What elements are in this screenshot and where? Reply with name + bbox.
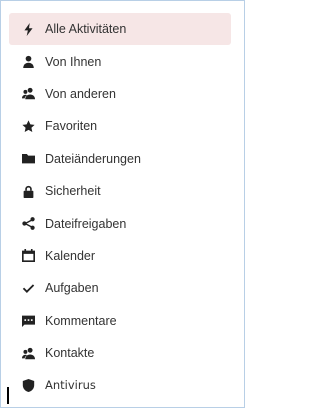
star-icon bbox=[20, 118, 36, 134]
users-icon bbox=[20, 86, 36, 102]
activity-filter-panel: Alle Aktivitäten Von Ihnen Von anderen F… bbox=[0, 0, 245, 408]
user-icon bbox=[20, 54, 36, 70]
lock-icon bbox=[20, 183, 36, 199]
menu-item-all-activities[interactable]: Alle Aktivitäten bbox=[9, 13, 231, 46]
lightning-icon bbox=[20, 21, 36, 37]
text-cursor bbox=[7, 387, 9, 404]
menu-item-label: Antivirus bbox=[45, 378, 96, 393]
menu-item-file-shares[interactable]: Dateifreigaben bbox=[9, 207, 231, 239]
menu-item-security[interactable]: Sicherheit bbox=[9, 175, 231, 207]
menu-item-label: Von anderen bbox=[45, 86, 116, 101]
menu-item-contacts[interactable]: Kontakte bbox=[9, 337, 231, 369]
checkmark-icon bbox=[20, 280, 36, 296]
menu-item-label: Sicherheit bbox=[45, 184, 101, 199]
menu-item-calendar[interactable]: Kalender bbox=[9, 240, 231, 272]
menu-item-label: Kontakte bbox=[45, 346, 95, 361]
menu-item-label: Von Ihnen bbox=[45, 54, 102, 69]
menu-item-tasks[interactable]: Aufgaben bbox=[9, 272, 231, 304]
share-icon bbox=[20, 216, 36, 232]
menu-item-label: Kalender bbox=[45, 248, 96, 263]
menu-item-by-others[interactable]: Von anderen bbox=[9, 78, 231, 110]
menu-item-label: Dateifreigaben bbox=[45, 216, 127, 231]
folder-icon bbox=[20, 151, 36, 167]
menu-item-comments[interactable]: Kommentare bbox=[9, 305, 231, 337]
menu-item-antivirus[interactable]: Antivirus bbox=[9, 369, 231, 401]
menu-item-label: Favoriten bbox=[45, 119, 98, 134]
menu-item-label: Dateiänderungen bbox=[45, 151, 141, 166]
menu-item-file-changes[interactable]: Dateiänderungen bbox=[9, 143, 231, 175]
menu-item-label: Aufgaben bbox=[45, 281, 99, 296]
menu-item-by-you[interactable]: Von Ihnen bbox=[9, 45, 231, 77]
menu-item-label: Alle Aktivitäten bbox=[45, 22, 127, 37]
comment-icon bbox=[20, 313, 36, 329]
calendar-icon bbox=[20, 248, 36, 264]
contacts-icon bbox=[20, 345, 36, 361]
menu-item-favorites[interactable]: Favoriten bbox=[9, 110, 231, 142]
activity-filter-menu: Alle Aktivitäten Von Ihnen Von anderen F… bbox=[9, 13, 231, 402]
menu-item-label: Kommentare bbox=[45, 313, 117, 328]
shield-icon bbox=[20, 377, 36, 393]
